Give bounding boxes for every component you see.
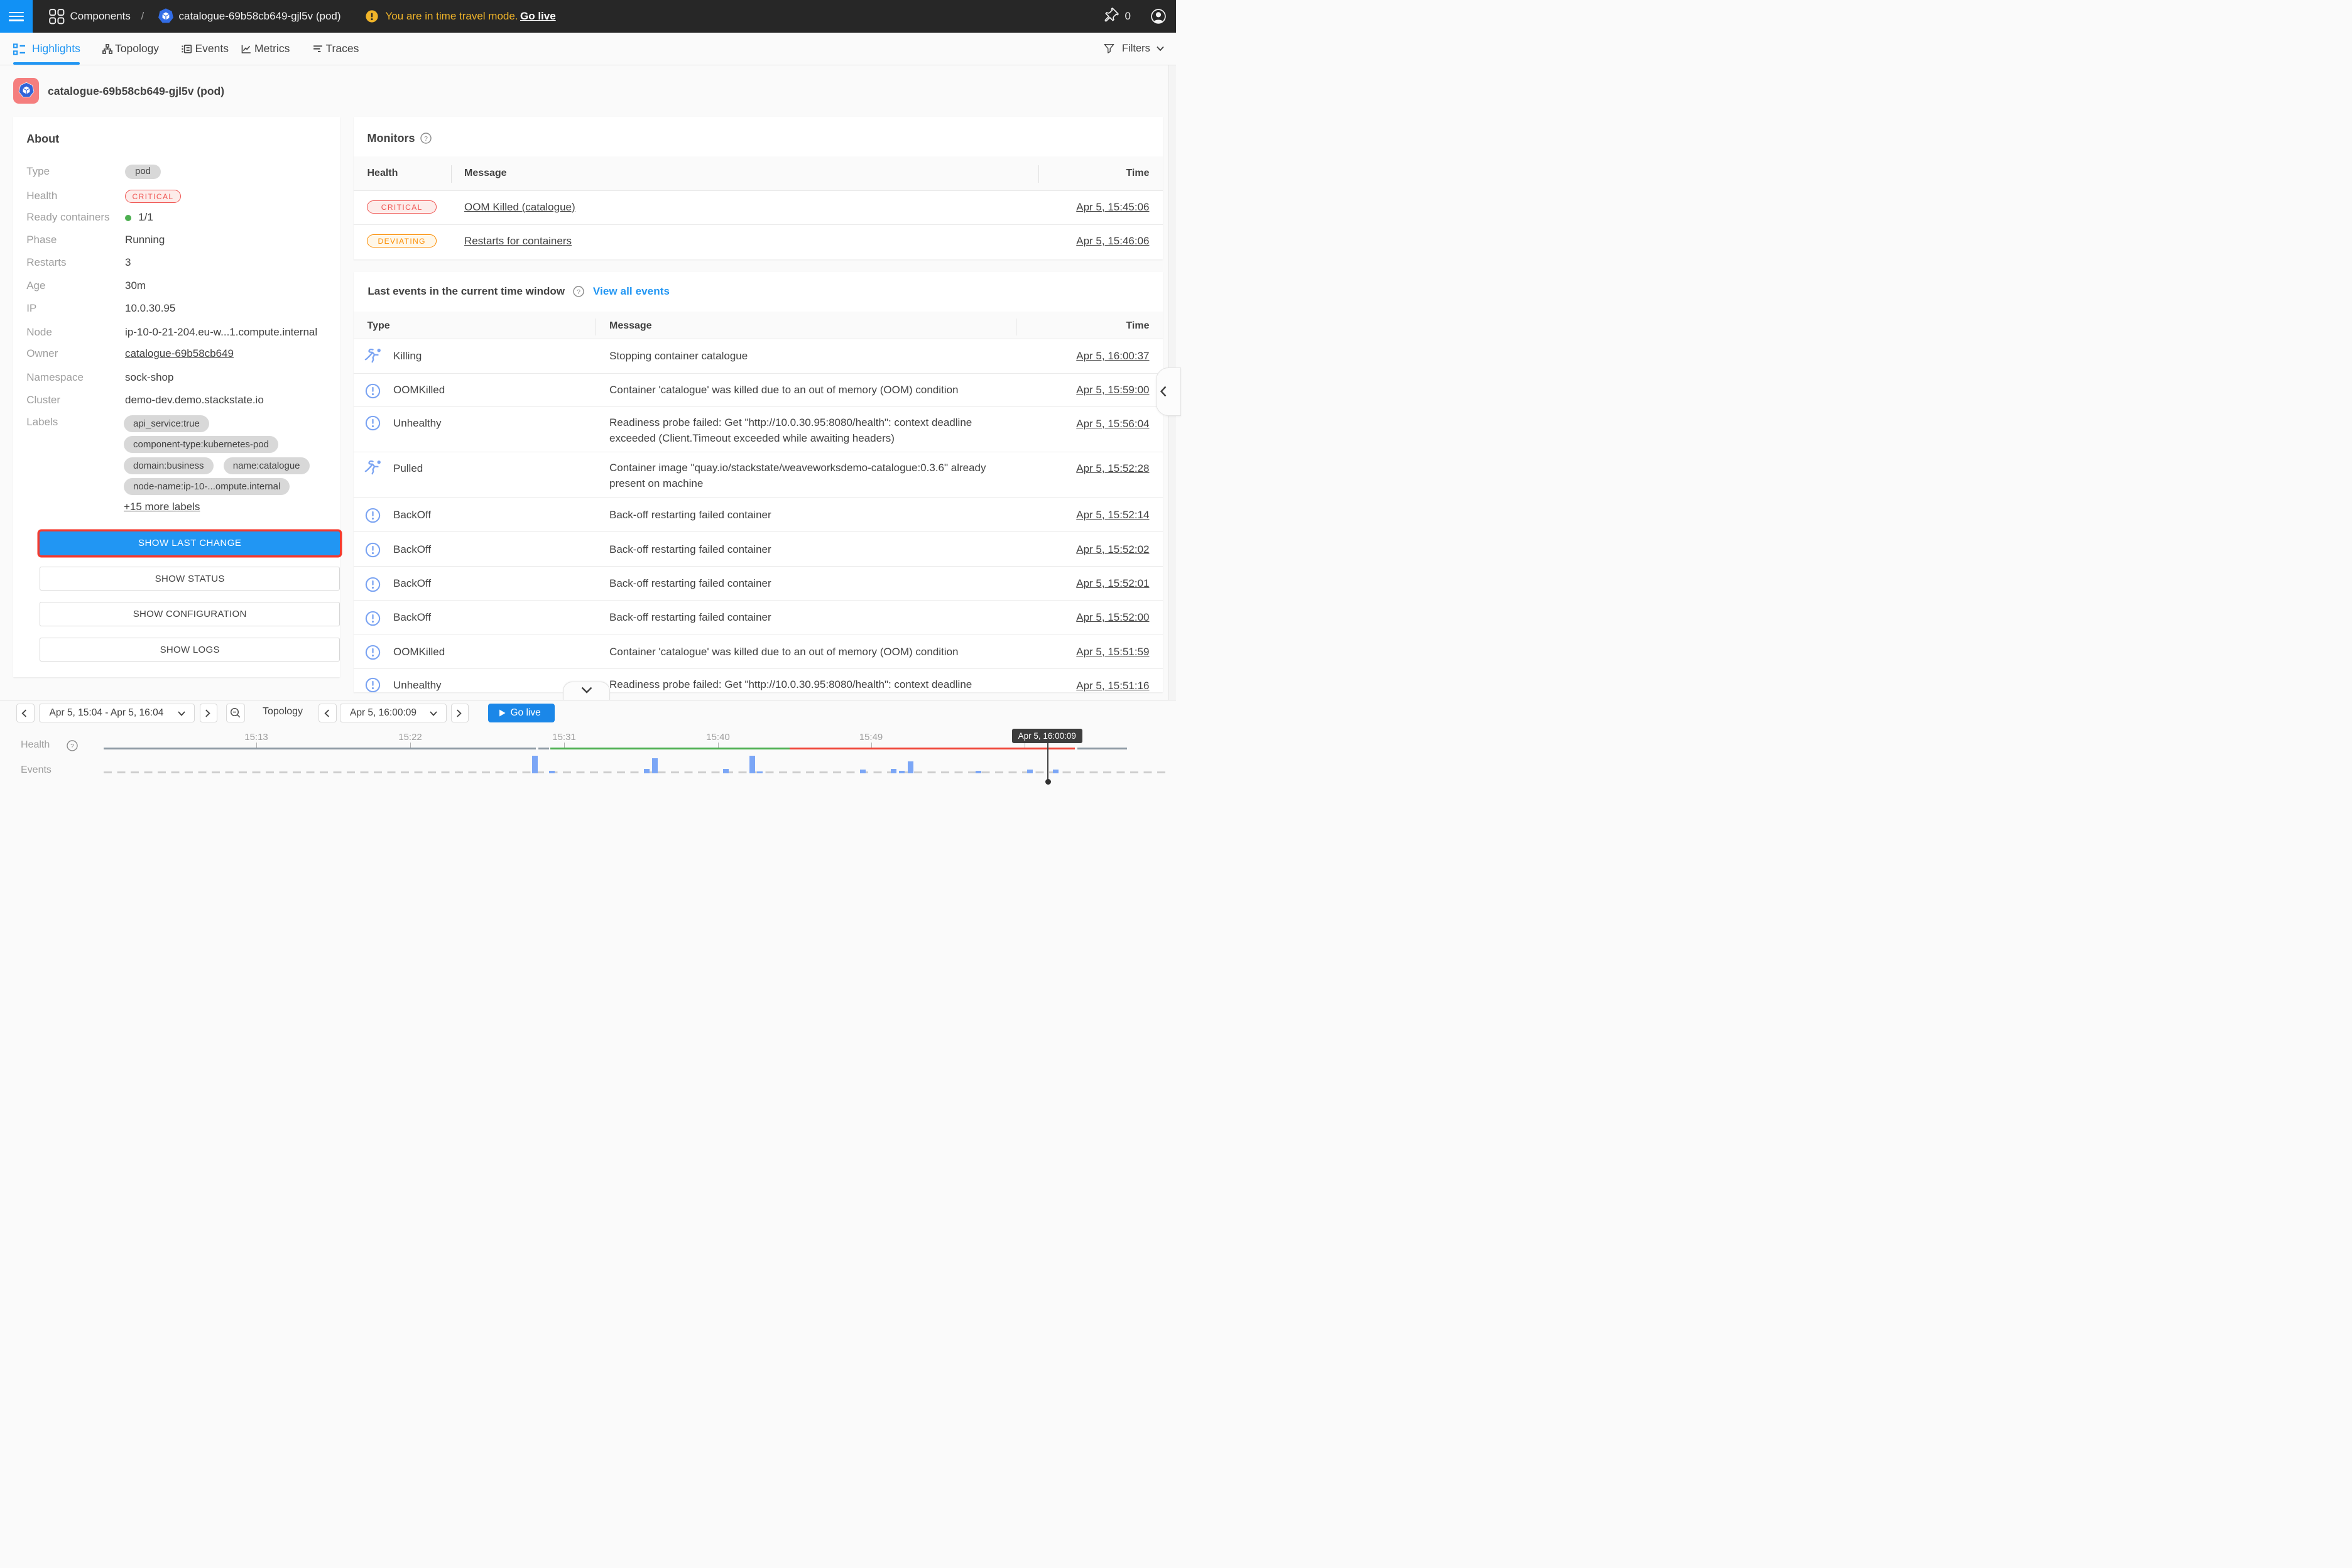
svg-text:?: ?	[70, 743, 74, 750]
svg-text:?: ?	[577, 288, 580, 296]
svg-text:?: ?	[424, 135, 428, 143]
